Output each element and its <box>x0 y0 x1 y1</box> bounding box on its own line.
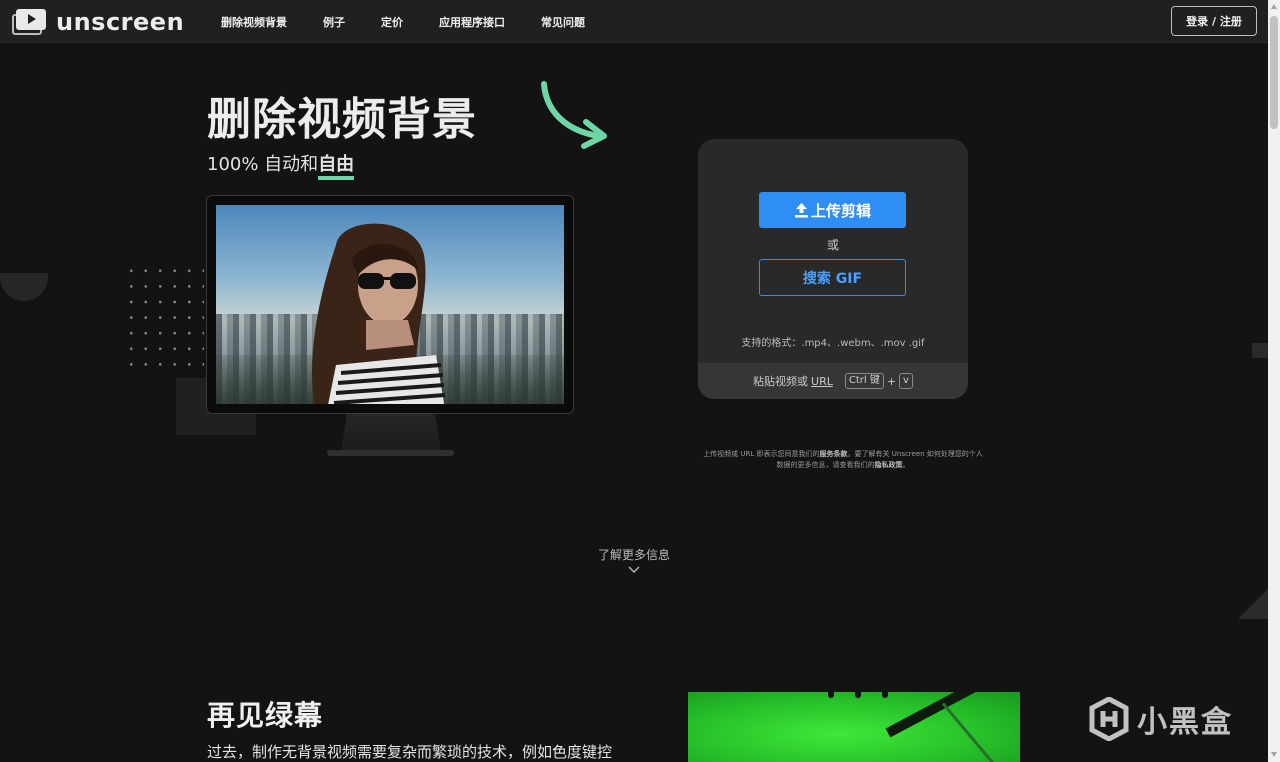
supported-formats: 支持的格式：.mp4、.webm、.mov .gif <box>741 338 925 349</box>
green-screen-image <box>688 692 1020 762</box>
demo-monitor <box>206 195 574 414</box>
decorative-dot-grid <box>124 263 204 378</box>
ctrl-key: Ctrl 键 <box>844 373 884 389</box>
paste-url-bar[interactable]: 粘贴视频或 URL Ctrl 键 + v <box>698 363 968 399</box>
hero-subtitle-prefix: 100% 自动和 <box>207 154 319 175</box>
upload-icon <box>794 203 808 218</box>
section-text: 过去，制作无背景视频需要复杂而繁琐的技术，例如色度键控 <box>207 743 613 761</box>
learn-more-link[interactable]: 了解更多信息 <box>0 546 1268 563</box>
nav-faq[interactable]: 常见问题 <box>541 14 585 30</box>
arrow-icon <box>541 81 607 149</box>
scroll-down-arrow[interactable] <box>1271 752 1277 757</box>
upload-clip-label: 上传剪辑 <box>810 201 871 220</box>
key-plus: + <box>886 374 897 388</box>
chevron-down-icon[interactable] <box>628 566 640 574</box>
terms-text-3: 数据的更多信息，请查看我们的 <box>776 461 875 469</box>
terms-of-service-link[interactable]: 服务条款 <box>820 450 848 458</box>
section-title: 再见绿幕 <box>207 699 324 732</box>
top-navbar: unscreen 删除视频背景 例子 定价 应用程序接口 常见问题 登录 / 注… <box>0 0 1268 43</box>
monitor-stand <box>341 414 441 452</box>
monitor-base <box>327 450 454 456</box>
search-gif-button[interactable]: 搜索 GIF <box>759 259 906 296</box>
terms-notice: 上传视频或 URL 即表示您同意我们的服务条款。要了解有关 Unscreen 如… <box>690 449 996 471</box>
watermark: 小黑盒 <box>1089 697 1233 741</box>
nav-api[interactable]: 应用程序接口 <box>439 14 505 30</box>
decorative-half-circle <box>0 273 48 301</box>
hero-subtitle: 100% 自动和自由 <box>207 150 355 180</box>
watermark-logo-icon <box>1089 697 1129 741</box>
hero-title: 删除视频背景 <box>207 94 477 145</box>
paste-label: 粘贴视频或 <box>753 375 809 388</box>
scrollbar[interactable] <box>1268 0 1280 762</box>
v-key: v <box>899 373 913 389</box>
terms-text-1: 上传视频或 URL 即表示您同意我们的 <box>703 450 820 458</box>
upload-card: 上传剪辑 或 搜索 GIF 支持的格式：.mp4、.webm、.mov .gif… <box>698 139 968 399</box>
terms-text-2: 。要了解有关 Unscreen 如何处理您的个人 <box>847 450 983 458</box>
demo-person-image <box>312 223 446 404</box>
login-signup-button[interactable]: 登录 / 注册 <box>1171 6 1257 36</box>
nav-remove-background[interactable]: 删除视频背景 <box>221 14 287 30</box>
nav-menu: 删除视频背景 例子 定价 应用程序接口 常见问题 <box>221 0 621 43</box>
watermark-text: 小黑盒 <box>1137 705 1233 740</box>
demo-video-preview <box>216 205 564 404</box>
nav-examples[interactable]: 例子 <box>323 14 345 30</box>
hero-subtitle-emphasis: 自由 <box>318 154 355 180</box>
logo[interactable]: unscreen <box>12 8 185 36</box>
scroll-thumb[interactable] <box>1270 16 1278 129</box>
decorative-square <box>1252 343 1268 358</box>
upload-clip-button[interactable]: 上传剪辑 <box>759 192 906 228</box>
paste-url-link[interactable]: URL <box>811 375 833 388</box>
nav-pricing[interactable]: 定价 <box>381 14 403 30</box>
decorative-triangle <box>1238 589 1268 619</box>
logo-text: unscreen <box>56 8 185 36</box>
or-separator: 或 <box>826 238 839 252</box>
scroll-up-arrow[interactable] <box>1271 4 1277 9</box>
logo-icon <box>12 9 46 35</box>
privacy-policy-link[interactable]: 隐私政策 <box>875 461 903 469</box>
terms-text-4: 。 <box>902 461 910 469</box>
